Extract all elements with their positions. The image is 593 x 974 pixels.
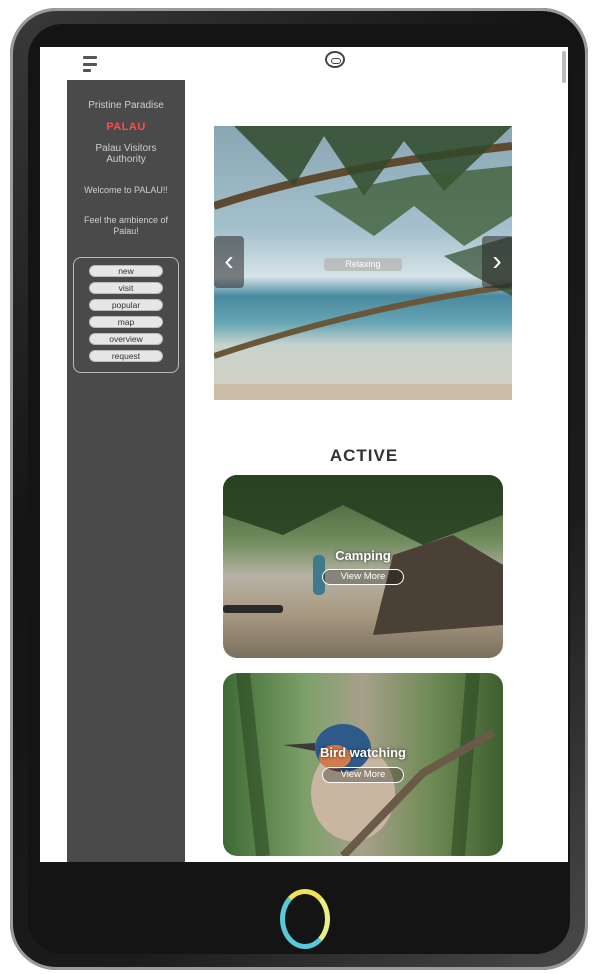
sidebar-welcome: Welcome to PALAU!! [84, 185, 168, 195]
hero-carousel: ‹ › Relaxing [214, 126, 512, 400]
hamburger-icon[interactable] [83, 56, 97, 72]
sidebar-ambience: Feel the ambience of Palau! [83, 215, 169, 236]
sidebar-tagline: Pristine Paradise [88, 100, 164, 111]
sidebar-authority: Palau Visitors Authority [95, 143, 157, 165]
nav-item-new[interactable]: new [89, 265, 163, 277]
nav-item-overview[interactable]: overview [89, 333, 163, 345]
scrollbar[interactable] [562, 51, 566, 83]
activity-card-camping[interactable]: Camping View More [223, 475, 503, 658]
nav-item-popular[interactable]: popular [89, 299, 163, 311]
sidebar-brand[interactable]: PALAU [67, 121, 185, 133]
activity-card-bird-watching[interactable]: Bird watching View More [223, 673, 503, 856]
nav-item-map[interactable]: map [89, 316, 163, 328]
sidebar-nav: new visit popular map overview request [73, 257, 179, 373]
card-title: Bird watching [320, 745, 406, 760]
view-more-button[interactable]: View More [322, 767, 404, 783]
chevron-left-icon[interactable]: ‹ [214, 236, 244, 288]
chevron-right-icon[interactable]: › [482, 236, 512, 288]
card-title: Camping [335, 548, 391, 563]
bird-image [236, 673, 495, 856]
nav-item-request[interactable]: request [89, 350, 163, 362]
screen: Pristine Paradise PALAU Palau Visitors A… [40, 47, 568, 862]
home-button[interactable] [280, 889, 330, 949]
palau-logo-icon[interactable] [322, 51, 348, 75]
nav-item-visit[interactable]: visit [89, 282, 163, 294]
section-title: ACTIVE [329, 446, 399, 465]
sidebar: Pristine Paradise PALAU Palau Visitors A… [67, 80, 185, 862]
camping-image [223, 475, 503, 635]
view-more-button[interactable]: View More [322, 569, 404, 585]
hero-caption: Relaxing [324, 258, 402, 271]
